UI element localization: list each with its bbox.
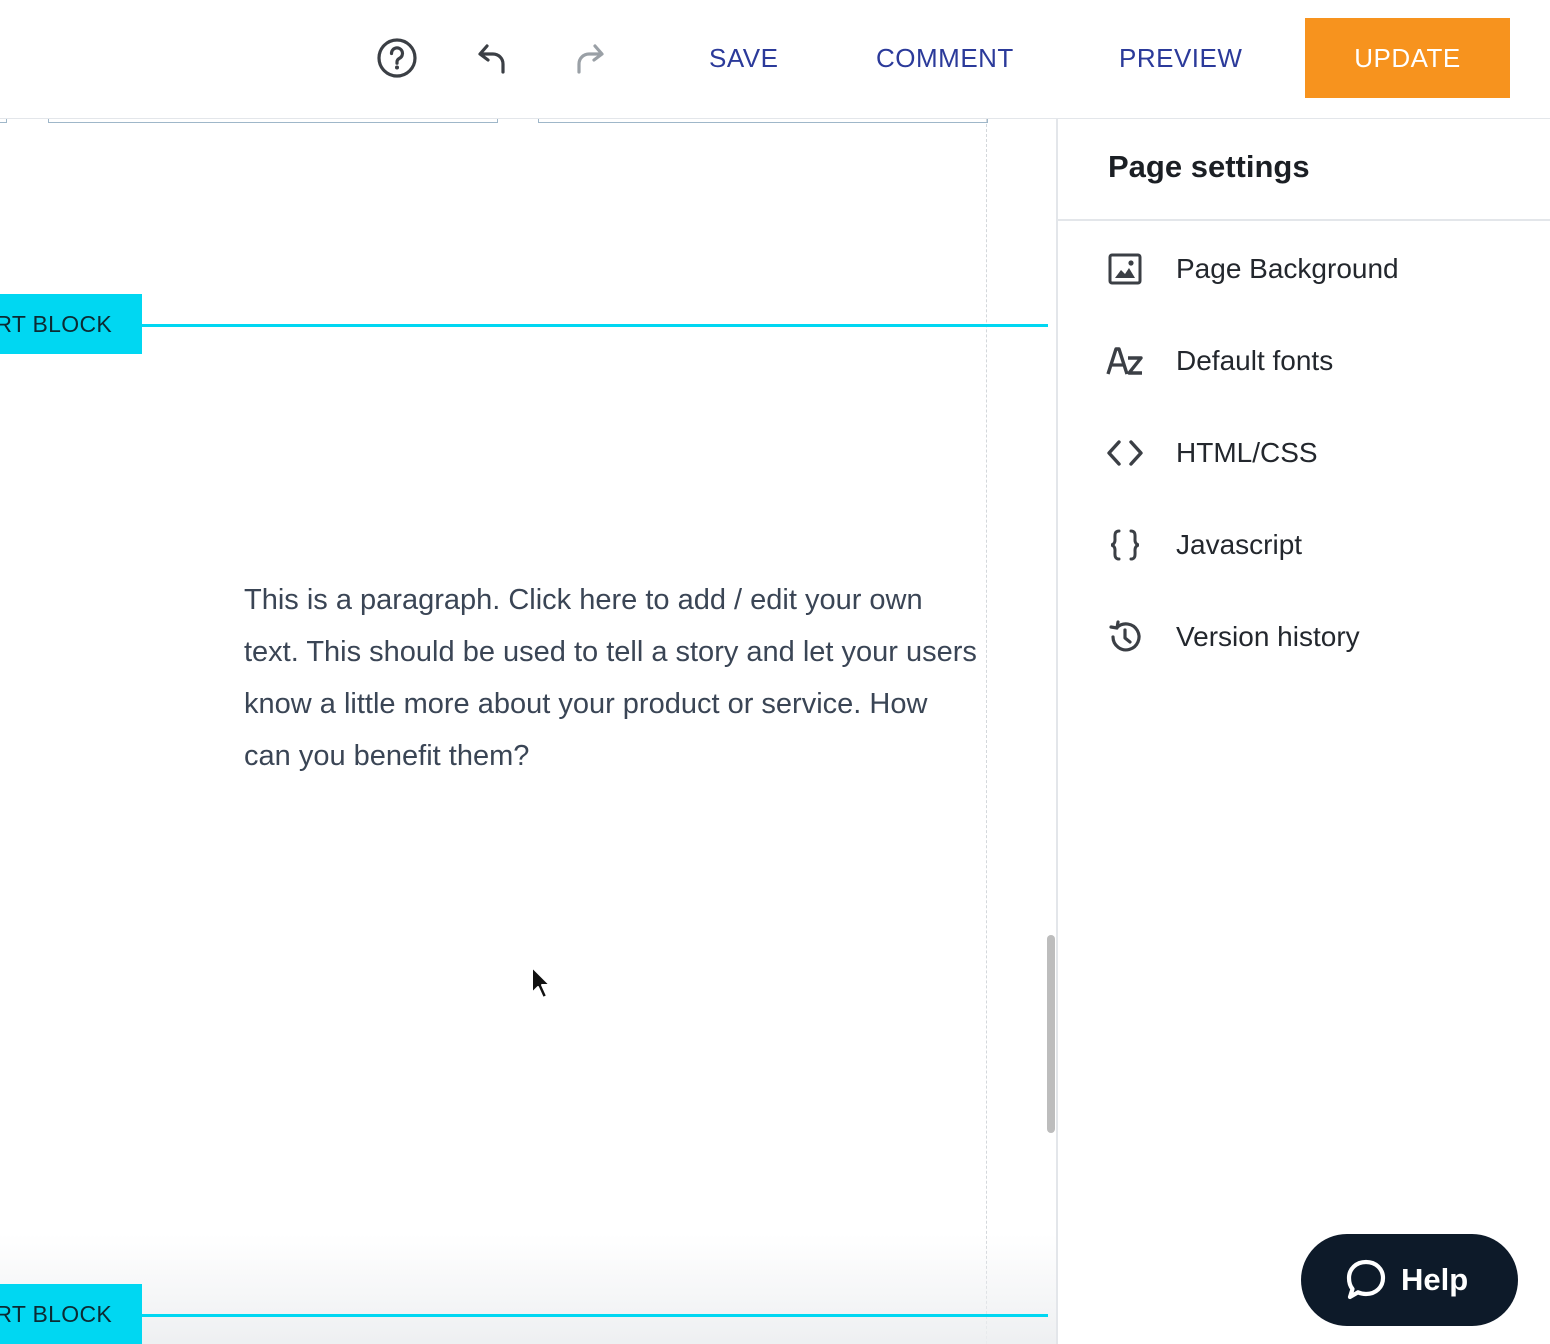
insert-block-button-bottom[interactable]: RT BLOCK <box>0 1284 142 1344</box>
insert-block-line-top <box>0 324 1048 327</box>
help-circle-icon[interactable] <box>375 36 419 80</box>
menu-item-javascript[interactable]: Javascript <box>1058 514 1550 574</box>
menu-item-label: Javascript <box>1176 529 1303 560</box>
curly-braces-icon <box>1106 526 1144 564</box>
history-icon <box>1106 618 1144 656</box>
column-outline <box>0 119 7 123</box>
menu-item-default-fonts[interactable]: Default fonts <box>1058 330 1550 390</box>
column-outline <box>538 119 988 123</box>
help-label: Help <box>1401 1262 1469 1297</box>
menu-item-html-css[interactable]: HTML/CSS <box>1058 422 1550 482</box>
panel-title: Page settings <box>1108 149 1310 184</box>
layout-guide <box>986 119 987 1344</box>
code-brackets-icon <box>1106 434 1144 472</box>
editor-canvas[interactable]: RT BLOCK This is a paragraph. Click here… <box>0 119 1056 1344</box>
menu-item-version-history[interactable]: Version history <box>1058 606 1550 666</box>
top-toolbar: SAVE COMMENT PREVIEW UPDATE <box>0 0 1550 119</box>
save-button[interactable]: SAVE <box>709 40 778 76</box>
mouse-cursor-icon <box>531 966 551 999</box>
canvas-scrollbar[interactable] <box>1047 935 1055 1133</box>
column-outline <box>48 119 498 123</box>
menu-item-label: Page Background <box>1176 253 1399 284</box>
undo-icon[interactable] <box>471 36 515 80</box>
canvas-fade <box>0 1234 1056 1344</box>
menu-item-page-background[interactable]: Page Background <box>1058 238 1550 298</box>
paragraph-text-block[interactable]: This is a paragraph. Click here to add /… <box>244 574 979 782</box>
preview-button[interactable]: PREVIEW <box>1119 40 1242 76</box>
panel-divider <box>1058 219 1550 221</box>
menu-item-label: Version history <box>1176 621 1360 652</box>
redo-icon[interactable] <box>567 36 611 80</box>
comment-button[interactable]: COMMENT <box>876 40 1014 76</box>
page-settings-panel: Page settings Page Background Default fo… <box>1056 119 1550 1344</box>
help-button[interactable]: Help <box>1301 1234 1518 1326</box>
chat-bubble-icon <box>1346 1259 1386 1300</box>
insert-block-button-top[interactable]: RT BLOCK <box>0 294 142 354</box>
update-button[interactable]: UPDATE <box>1305 18 1510 98</box>
menu-item-label: Default fonts <box>1176 345 1334 376</box>
insert-block-line-bottom <box>0 1314 1048 1317</box>
font-az-icon <box>1106 342 1144 380</box>
menu-item-label: HTML/CSS <box>1176 437 1318 468</box>
image-icon <box>1106 250 1144 288</box>
